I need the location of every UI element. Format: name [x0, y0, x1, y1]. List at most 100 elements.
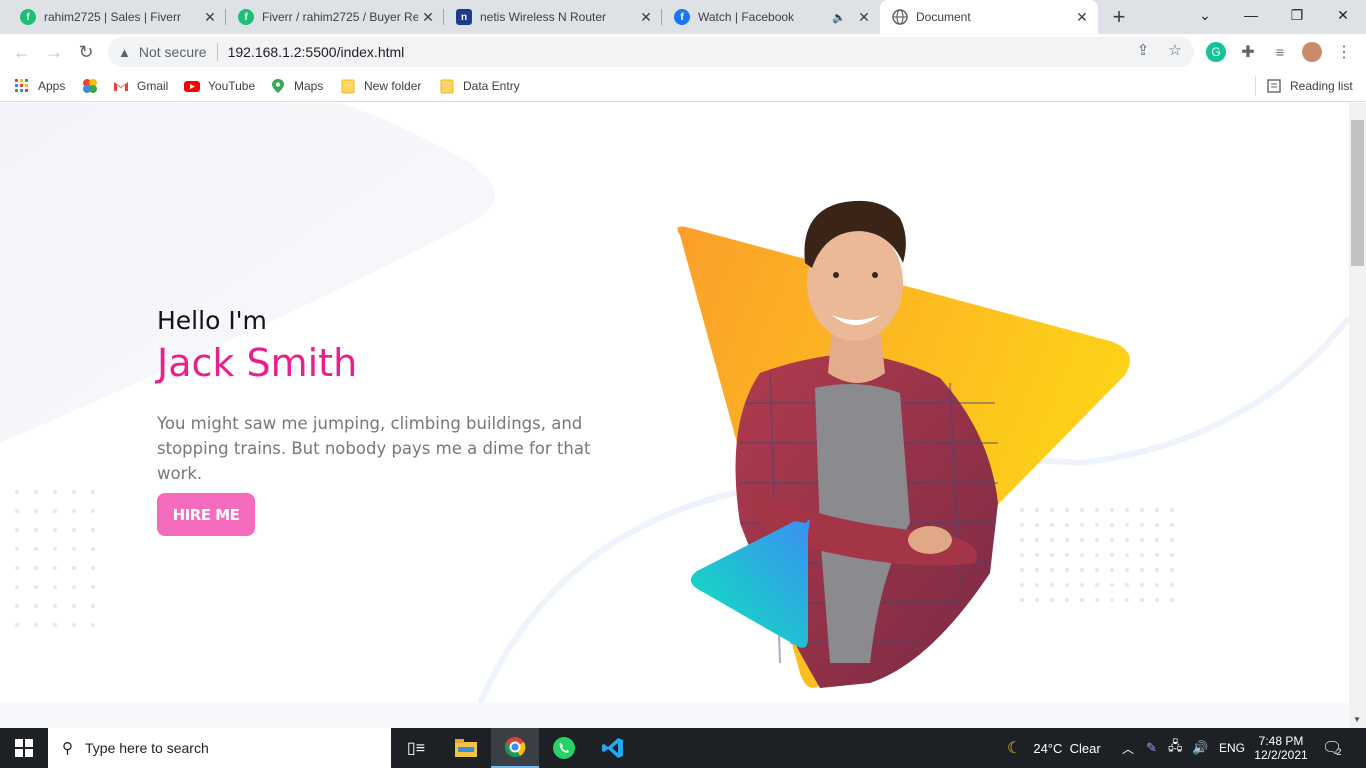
- security-label[interactable]: Not secure: [139, 44, 207, 60]
- tab-fiverr-buyer[interactable]: f Fiverr / rahim2725 / Buyer Re ✕: [226, 0, 444, 34]
- hero-description: You might saw me jumping, climbing build…: [157, 414, 591, 483]
- scrollbar-thumb[interactable]: [1351, 120, 1364, 266]
- forward-button[interactable]: →: [42, 40, 66, 64]
- bookmark-maps[interactable]: Maps: [270, 77, 323, 95]
- hero-greeting: Hello I'm: [157, 306, 267, 335]
- tab-search-icon[interactable]: ⌄: [1182, 0, 1228, 30]
- tab-title: Watch | Facebook: [698, 10, 795, 24]
- whatsapp-icon[interactable]: [540, 728, 588, 768]
- profile-avatar[interactable]: [1302, 42, 1322, 62]
- address-bar[interactable]: ▲ Not secure 192.168.1.2:5500/index.html: [108, 37, 1194, 67]
- back-button[interactable]: ←: [10, 40, 34, 64]
- tab-title: Fiverr / rahim2725 / Buyer Re: [262, 10, 418, 24]
- bookmark-label: Apps: [38, 79, 66, 93]
- tray-overflow-icon[interactable]: ︿: [1122, 728, 1134, 768]
- bookmark-youtube[interactable]: YouTube: [184, 77, 255, 95]
- section-divider: [0, 703, 1349, 728]
- close-icon[interactable]: ✕: [636, 9, 656, 26]
- bookmark-label: Gmail: [137, 79, 169, 93]
- bookmark-label: Data Entry: [463, 79, 520, 93]
- menu-icon[interactable]: ⋮: [1334, 42, 1354, 62]
- task-view-icon[interactable]: ▯≡: [392, 728, 440, 768]
- bookmark-apps[interactable]: Apps: [14, 77, 65, 95]
- reload-button[interactable]: ↻: [74, 40, 98, 64]
- folder-icon: [341, 79, 355, 94]
- restore-button[interactable]: ❐: [1274, 0, 1320, 30]
- scroll-down-arrow-icon[interactable]: ▼: [1353, 715, 1361, 724]
- globe-icon: [892, 9, 908, 25]
- bookmark-label: New folder: [364, 79, 422, 93]
- moon-icon: ☾: [1007, 740, 1022, 757]
- clock[interactable]: 7:48 PM 12/2/2021: [1252, 728, 1310, 768]
- close-icon[interactable]: ✕: [854, 9, 874, 26]
- volume-icon[interactable]: 🔊: [1192, 728, 1208, 768]
- browser-toolbar: ← → ↻ ▲ Not secure 192.168.1.2:5500/inde…: [0, 34, 1366, 70]
- windows-taskbar: ⚲ Type here to search ▯≡ ☾ 24°C Clear ︿ …: [0, 728, 1366, 768]
- close-icon[interactable]: ✕: [200, 9, 220, 26]
- close-icon[interactable]: ✕: [1072, 9, 1092, 26]
- bookmark-new-folder[interactable]: New folder: [340, 77, 421, 95]
- hero-name: Jack Smith: [157, 341, 358, 385]
- maps-pin-icon: [272, 79, 284, 93]
- media-control-icon[interactable]: ≡: [1270, 42, 1290, 62]
- bookmark-label: Reading list: [1290, 79, 1353, 93]
- bookmark-gmail[interactable]: Gmail: [113, 77, 168, 95]
- vscode-icon[interactable]: [589, 728, 637, 768]
- bookmark-label: Maps: [294, 79, 324, 93]
- url-text[interactable]: 192.168.1.2:5500/index.html: [228, 44, 405, 60]
- tab-facebook-watch[interactable]: f Watch | Facebook 🔈 ✕: [662, 0, 880, 34]
- dot-grid-right: [1020, 508, 1174, 602]
- file-explorer-icon[interactable]: [442, 728, 490, 768]
- close-window-button[interactable]: ✕: [1320, 0, 1366, 30]
- language-indicator[interactable]: ENG: [1219, 728, 1245, 768]
- clock-time: 7:48 PM: [1258, 734, 1304, 748]
- reading-list-icon: [1267, 79, 1281, 93]
- weather-widget[interactable]: ☾ 24°C Clear: [1007, 728, 1101, 768]
- google-photos-icon: [83, 79, 97, 93]
- start-button[interactable]: [0, 728, 48, 768]
- bookmark-data-entry[interactable]: Data Entry: [439, 77, 520, 95]
- clock-date: 12/2/2021: [1254, 748, 1308, 762]
- taskbar-search-box[interactable]: ⚲ Type here to search: [48, 728, 391, 768]
- gmail-icon: [114, 82, 128, 91]
- pen-icon[interactable]: ✎: [1146, 728, 1157, 768]
- reading-list-button[interactable]: Reading list: [1266, 77, 1353, 95]
- notification-count: 2: [1336, 747, 1342, 757]
- hire-me-button[interactable]: HIRE ME: [157, 493, 255, 536]
- speaker-icon[interactable]: 🔈: [832, 11, 846, 24]
- apps-grid-icon: [15, 79, 28, 92]
- chrome-taskbar-icon[interactable]: [491, 728, 539, 768]
- tab-title: Document: [916, 10, 971, 24]
- notification-center-icon[interactable]: 🗨 2: [1322, 728, 1342, 768]
- minimize-button[interactable]: —: [1228, 0, 1274, 30]
- new-tab-button[interactable]: +: [1106, 4, 1132, 29]
- grammarly-icon[interactable]: G: [1206, 42, 1226, 62]
- facebook-icon: f: [674, 9, 690, 25]
- network-icon[interactable]: 🖧: [1168, 728, 1183, 768]
- page-scrollbar[interactable]: ▼: [1349, 103, 1366, 728]
- bookmarks-bar: Apps Gmail YouTube Maps New folder Data …: [0, 70, 1366, 102]
- windows-logo-icon: [15, 739, 33, 757]
- warning-icon[interactable]: ▲: [118, 45, 131, 60]
- bookmark-star-icon[interactable]: ☆: [1166, 41, 1184, 59]
- fiverr-icon: f: [238, 9, 254, 25]
- page-viewport: /* placeholder — drawn below */: [0, 103, 1349, 728]
- extensions-icon[interactable]: ✚: [1238, 42, 1258, 62]
- search-placeholder: Type here to search: [85, 740, 209, 756]
- netis-icon: n: [456, 9, 472, 25]
- tab-netis-router[interactable]: n netis Wireless N Router ✕: [444, 0, 662, 34]
- share-icon[interactable]: ⇪: [1134, 41, 1152, 59]
- fiverr-icon: f: [20, 9, 36, 25]
- search-icon: ⚲: [62, 740, 73, 757]
- close-icon[interactable]: ✕: [418, 9, 438, 26]
- tab-title: netis Wireless N Router: [480, 10, 607, 24]
- tab-fiverr-sales[interactable]: f rahim2725 | Sales | Fiverr ✕: [8, 0, 226, 34]
- weather-text: 24°C Clear: [1033, 740, 1101, 756]
- tab-strip: f rahim2725 | Sales | Fiverr ✕ f Fiverr …: [0, 0, 1366, 34]
- youtube-icon: [184, 81, 200, 92]
- bookmark-label: YouTube: [208, 79, 256, 93]
- dot-grid-left: [15, 490, 95, 627]
- folder-icon: [440, 79, 454, 94]
- tab-document[interactable]: Document ✕: [880, 0, 1098, 34]
- bookmark-photos[interactable]: [82, 77, 106, 95]
